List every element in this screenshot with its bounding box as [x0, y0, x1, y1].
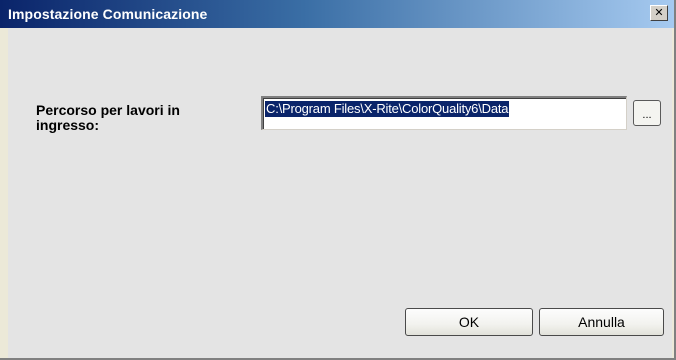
- close-icon: ✕: [654, 6, 664, 19]
- browse-button[interactable]: ...: [633, 100, 661, 126]
- cancel-button-label: Annulla: [578, 314, 625, 330]
- incoming-jobs-path-value: C:\Program Files\X-Rite\ColorQuality6\Da…: [265, 101, 510, 117]
- title-bar[interactable]: Impostazione Comunicazione ✕: [0, 0, 674, 28]
- cancel-button[interactable]: Annulla: [539, 308, 664, 336]
- ok-button[interactable]: OK: [405, 308, 533, 336]
- close-button[interactable]: ✕: [650, 5, 668, 21]
- incoming-jobs-path-input[interactable]: C:\Program Files\X-Rite\ColorQuality6\Da…: [261, 96, 627, 130]
- incoming-jobs-path-label: Percorso per lavori in ingresso:: [36, 102, 180, 133]
- dialog-window: Impostazione Comunicazione ✕ Percorso pe…: [0, 0, 676, 360]
- dialog-client-area: Percorso per lavori in ingresso: C:\Prog…: [8, 28, 672, 358]
- ok-button-label: OK: [458, 314, 480, 330]
- window-title: Impostazione Comunicazione: [8, 6, 208, 22]
- ellipsis-icon: ...: [642, 109, 652, 121]
